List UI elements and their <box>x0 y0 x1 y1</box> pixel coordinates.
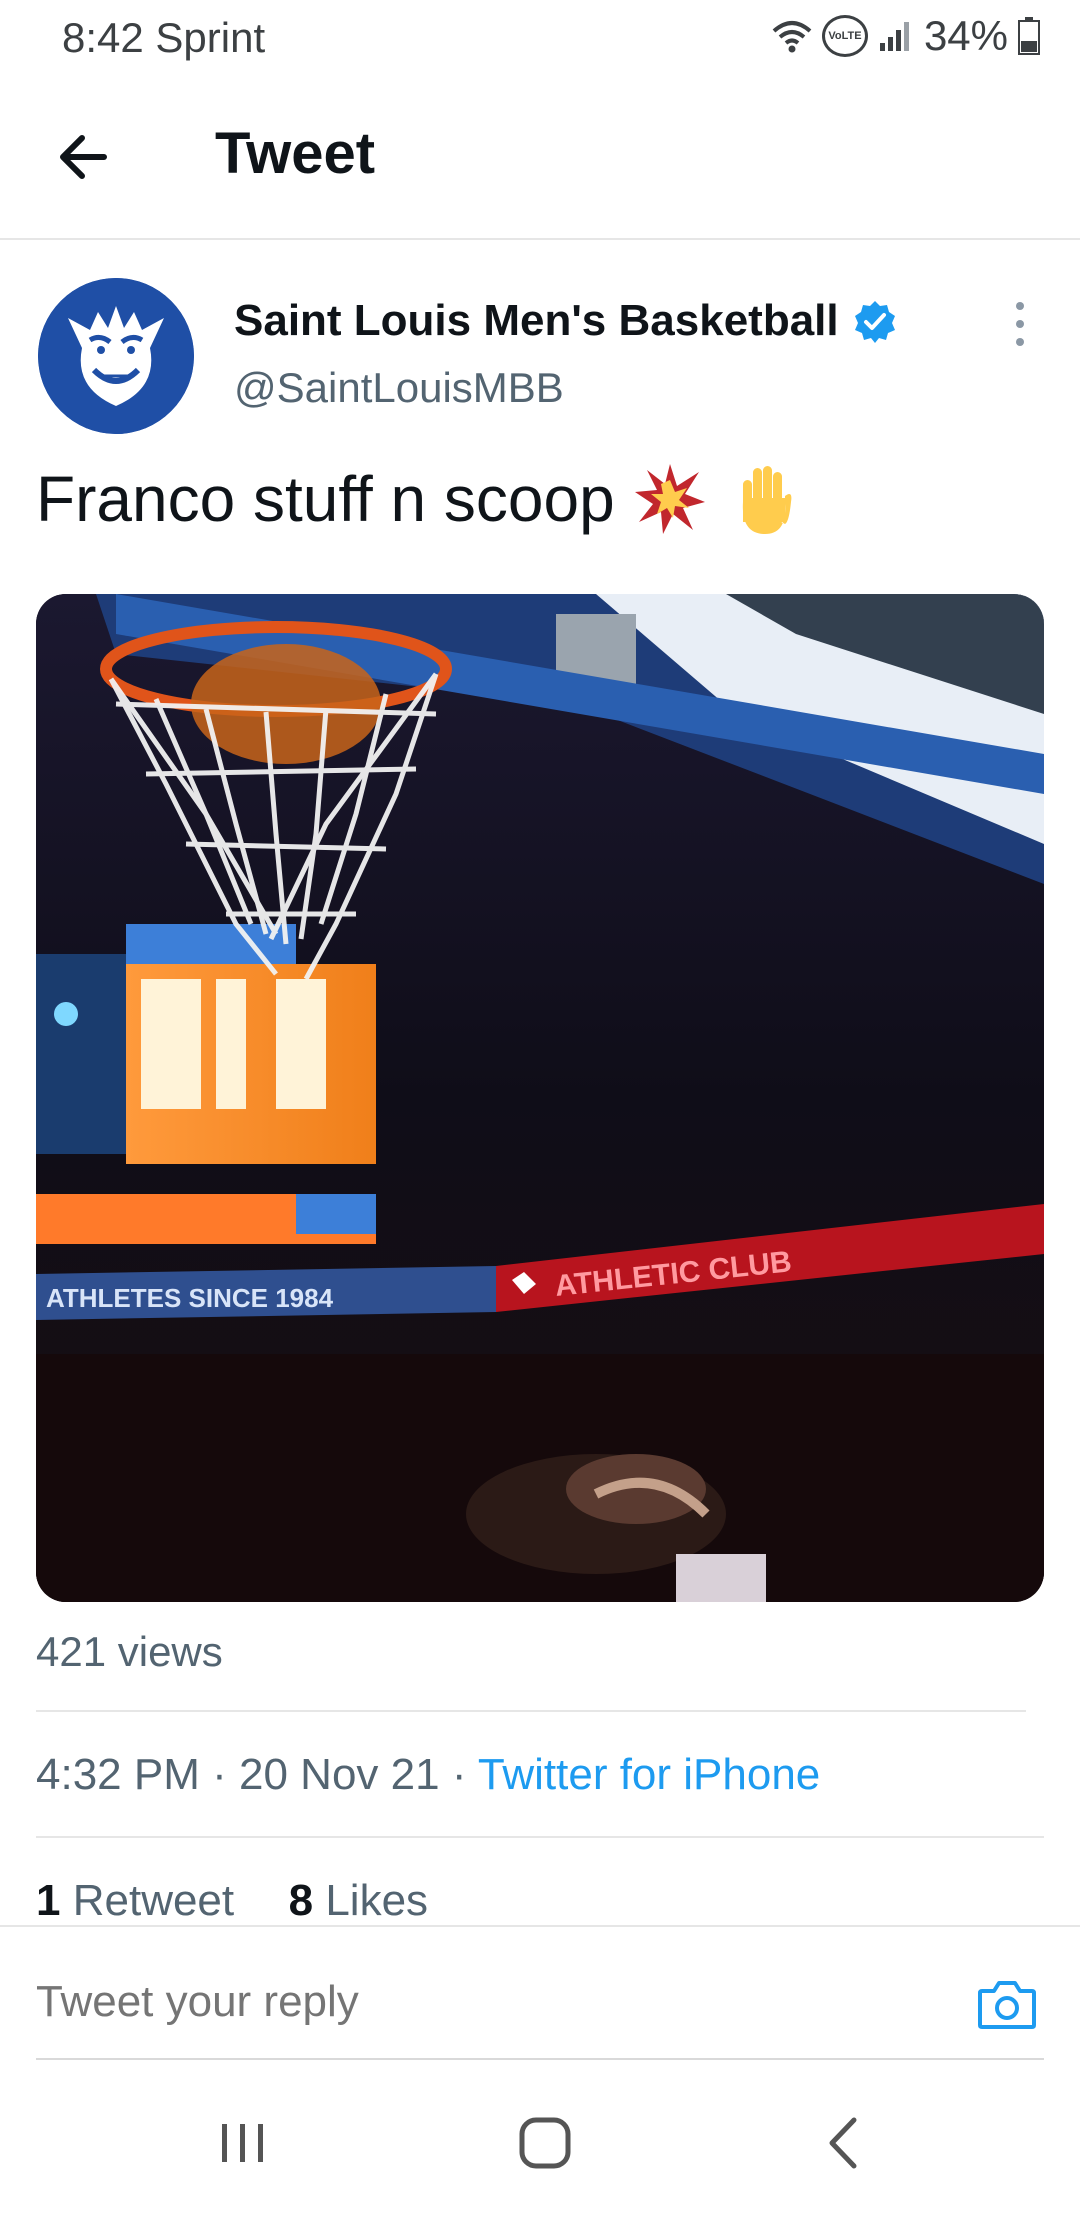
system-nav-bar <box>0 2070 1080 2220</box>
reply-bar <box>0 1925 1080 2062</box>
raised-hand-emoji-icon <box>742 466 792 534</box>
recent-apps-icon[interactable] <box>198 2098 288 2188</box>
status-bar: 8:42 Sprint VoLTE 34% <box>0 0 1080 76</box>
tweet-video[interactable]: ATHLETES SINCE 1984 ATHLETIC CLUB <box>36 594 1044 1602</box>
retweets-label: Retweet <box>72 1876 235 1925</box>
camera-icon[interactable] <box>976 1973 1038 2035</box>
avatar[interactable] <box>38 278 194 434</box>
reply-input[interactable] <box>36 1977 836 2027</box>
more-options-icon[interactable] <box>1002 298 1038 354</box>
author-name[interactable]: Saint Louis Men's Basketball <box>234 296 897 346</box>
ribbon-board-left: ATHLETES SINCE 1984 <box>46 1283 334 1313</box>
app-header: Tweet <box>0 80 1080 240</box>
back-arrow-icon[interactable] <box>50 122 120 192</box>
verified-badge-icon <box>854 301 895 343</box>
tweet-source-link[interactable]: Twitter for iPhone <box>478 1750 820 1799</box>
likes-count: 8 <box>288 1876 314 1925</box>
back-icon[interactable] <box>800 2098 890 2188</box>
status-time: 8:42 <box>62 14 144 61</box>
author-name-text: Saint Louis Men's Basketball <box>234 296 839 345</box>
battery-percent: 34% <box>923 12 1008 59</box>
signal-icon <box>879 22 909 51</box>
page-title: Tweet <box>215 121 376 186</box>
video-frame: ATHLETES SINCE 1984 ATHLETIC CLUB <box>36 594 1044 1602</box>
billiken-logo-icon <box>38 278 194 434</box>
tweet-time: 4:32 PM <box>36 1750 200 1799</box>
status-icons: VoLTE 34% <box>772 12 1040 60</box>
home-icon[interactable] <box>500 2098 590 2188</box>
author-handle[interactable]: @SaintLouisMBB <box>234 364 564 412</box>
wifi-icon <box>772 21 812 53</box>
engagement-counts: 1 Retweet 8 Likes <box>36 1876 428 1926</box>
retweets-link[interactable]: 1 Retweet <box>36 1876 234 1925</box>
status-time-carrier: 8:42 Sprint <box>62 14 265 62</box>
tweet-meta: 4:32 PM · 20 Nov 21 · Twitter for iPhone <box>36 1750 820 1800</box>
volte-icon: VoLTE <box>821 15 868 57</box>
collision-emoji-icon <box>634 464 705 534</box>
tweet-text: Franco stuff n scoop <box>36 462 799 536</box>
reply-underline <box>36 2058 1044 2060</box>
battery-icon <box>1018 17 1040 55</box>
tweet-date: 20 Nov 21 <box>239 1750 440 1799</box>
retweets-count: 1 <box>36 1876 61 1925</box>
divider <box>36 1836 1044 1838</box>
tweet-text-content: Franco stuff n scoop <box>36 463 615 535</box>
status-carrier: Sprint <box>155 14 266 61</box>
likes-link[interactable]: 8 Likes <box>289 1876 428 1925</box>
likes-label: Likes <box>325 1876 429 1925</box>
meta-separator: · <box>212 1750 239 1799</box>
meta-separator: · <box>451 1750 478 1799</box>
view-count: 421 views <box>36 1628 223 1675</box>
divider <box>36 1710 1026 1712</box>
